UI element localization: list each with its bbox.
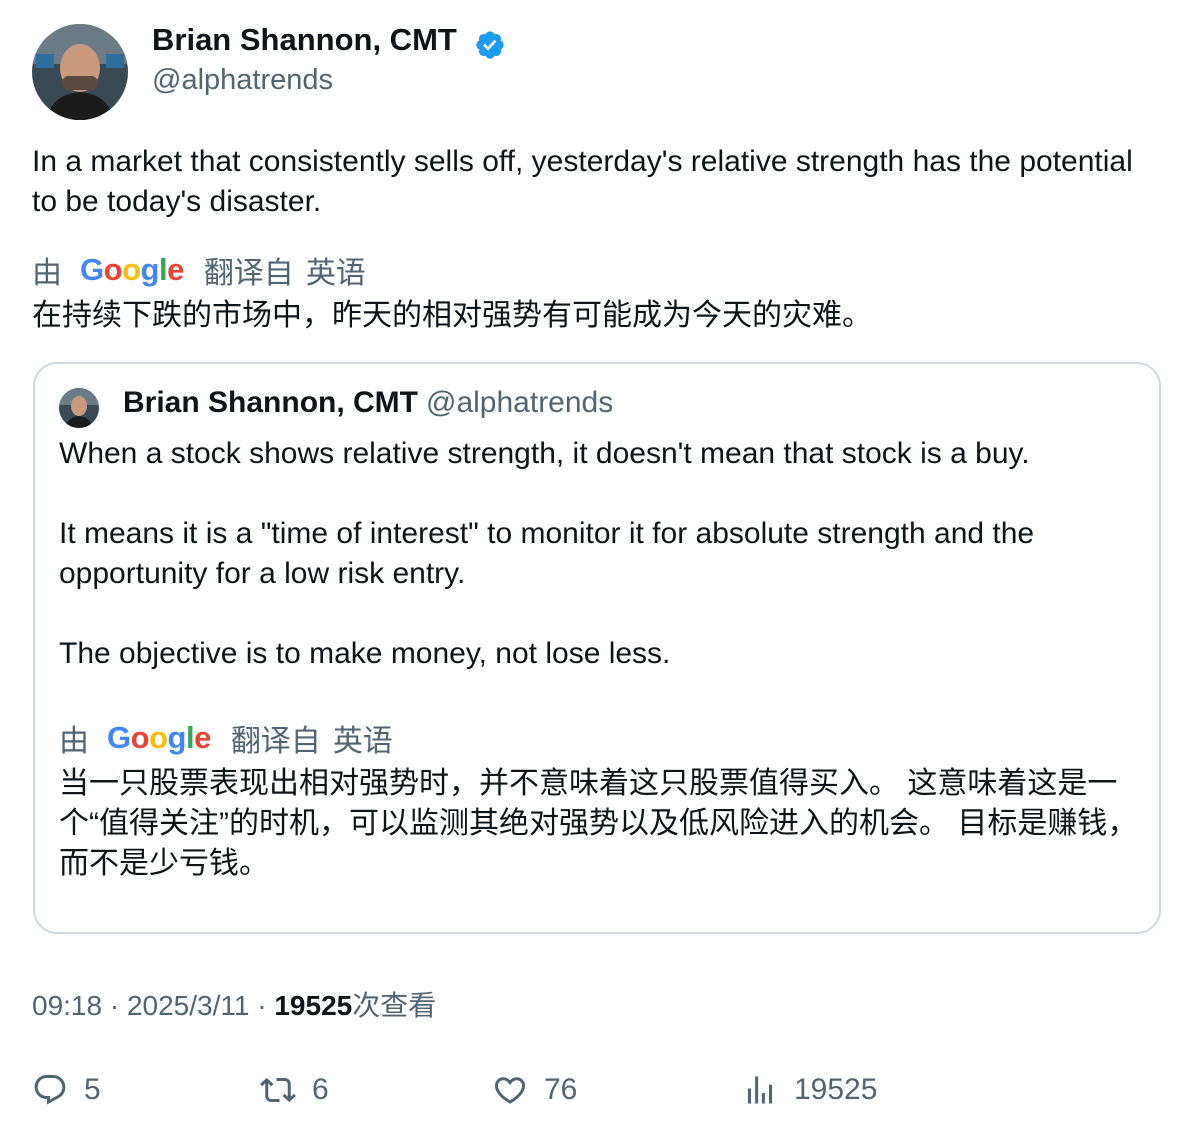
- translation-from-label: 翻译自: [203, 257, 294, 290]
- reply-button[interactable]: 5: [32, 1066, 101, 1114]
- author-handle[interactable]: @alphatrends: [152, 64, 333, 97]
- tweet-date[interactable]: 2025/3/11: [127, 990, 250, 1021]
- google-logo: Google: [80, 252, 184, 287]
- tweet-translated-text: 在持续下跌的市场中，昨天的相对强势有可能成为今天的灾难。: [32, 299, 872, 332]
- verified-badge-icon: [476, 31, 504, 59]
- reply-icon: [34, 1075, 66, 1105]
- quoted-paragraph: It means it is a "time of interest" to m…: [59, 517, 1035, 590]
- views-label: 次查看: [352, 990, 437, 1021]
- author-name[interactable]: Brian Shannon, CMT: [152, 22, 457, 58]
- translation-language: 英语: [305, 257, 366, 290]
- tweet-time[interactable]: 09:18: [32, 990, 102, 1021]
- views-icon: [748, 1076, 772, 1104]
- meta-separator: ·: [257, 990, 267, 1021]
- quoted-paragraph: The objective is to make money, not lose…: [59, 637, 671, 670]
- like-icon: [494, 1077, 526, 1104]
- quoted-author-handle: @alphatrends: [426, 386, 614, 419]
- tweet-meta: 09:18 · 2025/3/11 · 19525次查看: [32, 984, 436, 1024]
- quoted-author-header: Brian Shannon, CMT @alphatrends: [123, 386, 613, 420]
- like-count: 76: [544, 1073, 578, 1106]
- tweet-text: In a market that consistently sells off,…: [32, 145, 1133, 218]
- retweet-button[interactable]: 6: [260, 1066, 329, 1114]
- quoted-translation-attribution: 由 Google 翻译自 英语: [59, 716, 393, 760]
- translation-by-label: 由: [59, 725, 89, 758]
- views-button[interactable]: 19525: [742, 1066, 877, 1114]
- views-count: 19525: [274, 990, 353, 1021]
- quoted-author-name: Brian Shannon, CMT: [123, 386, 418, 419]
- translation-by-label: 由: [32, 257, 62, 290]
- translation-from-label: 翻译自: [230, 725, 321, 758]
- google-logo: Google: [107, 720, 211, 755]
- meta-separator: ·: [109, 990, 120, 1021]
- like-button[interactable]: 76: [492, 1066, 577, 1114]
- translation-attribution: 由 Google 翻译自 英语: [32, 248, 366, 292]
- retweet-icon: [260, 1077, 296, 1103]
- action-bar: 5 6 76 19525: [32, 1066, 1162, 1114]
- retweet-count: 6: [312, 1073, 329, 1106]
- reply-count: 5: [84, 1073, 101, 1106]
- quoted-tweet-card[interactable]: Brian Shannon, CMT @alphatrends When a st…: [33, 362, 1161, 934]
- author-avatar[interactable]: [32, 24, 128, 120]
- quoted-paragraph: When a stock shows relative strength, it…: [59, 437, 1030, 470]
- quoted-author-avatar: [59, 388, 99, 428]
- quoted-translated-text: 当一只股票表现出相对强势时，并不意味着这只股票值得买入。 这意味着这是一个“值得…: [59, 767, 1138, 880]
- views-action-count: 19525: [794, 1073, 878, 1106]
- quoted-tweet-text: When a stock shows relative strength, it…: [59, 434, 1139, 674]
- translation-language: 英语: [332, 725, 393, 758]
